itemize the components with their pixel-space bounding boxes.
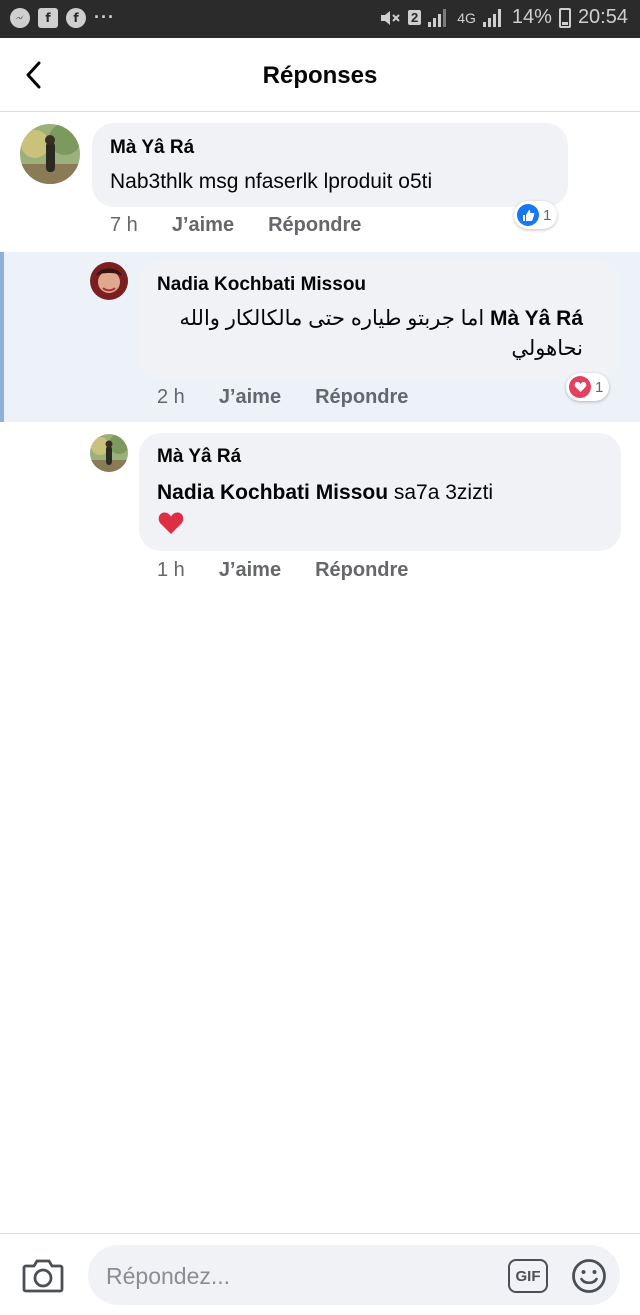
facebook-circle-icon: f [66, 7, 86, 28]
status-bar: f f ··· 2 4G 14% 20:54 [0, 0, 640, 38]
status-bar-left: f f ··· [10, 7, 115, 28]
comment-body: sa7a 3zizti [393, 481, 494, 504]
comment-meta: 1 h J’aime Répondre [157, 559, 408, 582]
network-type: 4G [457, 9, 476, 26]
comment-text: Nab3thlk msg nfaserlk lproduit o5ti [110, 170, 433, 193]
comment-author[interactable]: Nadia Kochbati Missou [157, 274, 366, 296]
smiley-icon [572, 1259, 606, 1293]
page-title: Réponses [262, 62, 378, 89]
reply-button[interactable]: Répondre [315, 386, 408, 409]
battery-icon [558, 7, 571, 28]
facebook-icon: f [38, 7, 58, 28]
mute-icon [380, 10, 400, 25]
comment-author[interactable]: Mà Yâ Rá [110, 137, 194, 159]
battery-percent: 14% [511, 6, 552, 28]
reply-composer: GIF [0, 1233, 640, 1315]
highlight-indicator [0, 252, 4, 422]
messenger-icon [10, 7, 30, 28]
like-button[interactable]: J’aime [219, 559, 281, 582]
comment-meta: 7 h J’aime Répondre [110, 214, 361, 237]
comment-bubble: Mà Yâ Rá Nadia Kochbati Missou sa7a 3ziz… [139, 433, 621, 551]
camera-icon [22, 1259, 64, 1293]
camera-button[interactable] [22, 1256, 64, 1294]
comment-author[interactable]: Mà Yâ Rá [157, 446, 241, 468]
avatar[interactable] [90, 434, 128, 472]
status-bar-right: 2 4G 14% 20:54 [379, 6, 628, 29]
signal-icon-2 [482, 8, 505, 27]
comment-bubble: Nadia Kochbati Missou Mà Yâ Rá اما جربتو… [139, 261, 620, 379]
reply-button[interactable]: Répondre [268, 214, 361, 237]
like-button[interactable]: J’aime [172, 214, 234, 237]
comment-text: Nadia Kochbati Missou sa7a 3zizti [157, 478, 607, 538]
comment-time[interactable]: 1 h [157, 559, 185, 582]
signal-icon [428, 8, 450, 27]
reply-button[interactable]: Répondre [315, 559, 408, 582]
comment-bubble: Mà Yâ Rá Nab3thlk msg nfaserlk lproduit … [92, 123, 568, 207]
more-notifications-icon: ··· [94, 7, 115, 27]
comment-meta: 2 h J’aime Répondre [157, 386, 408, 409]
mention-link[interactable]: Mà Yâ Rá [490, 307, 583, 330]
sim-badge: 2 [407, 10, 422, 25]
avatar[interactable] [90, 262, 128, 300]
gif-button[interactable]: GIF [508, 1259, 548, 1293]
like-icon [517, 204, 539, 226]
reaction-count: 1 [543, 206, 552, 224]
avatar[interactable] [20, 124, 80, 184]
comment-text: Mà Yâ Rá اما جربتو طياره حتى مالكالكار و… [153, 304, 583, 364]
header: Réponses [0, 38, 640, 112]
emoji-button[interactable] [570, 1257, 608, 1295]
reply-input-container: GIF [88, 1245, 620, 1305]
love-icon [569, 376, 591, 398]
comment-time[interactable]: 7 h [110, 214, 138, 237]
like-button[interactable]: J’aime [219, 386, 281, 409]
reaction-summary[interactable]: 1 [514, 201, 558, 229]
mention-link[interactable]: Nadia Kochbati Missou [157, 481, 388, 504]
reply-input[interactable] [106, 1263, 486, 1289]
reaction-count: 1 [595, 378, 604, 396]
heart-emoji [158, 512, 184, 535]
clock: 20:54 [577, 6, 628, 28]
reaction-summary[interactable]: 1 [566, 373, 610, 401]
comment-time[interactable]: 2 h [157, 386, 185, 409]
